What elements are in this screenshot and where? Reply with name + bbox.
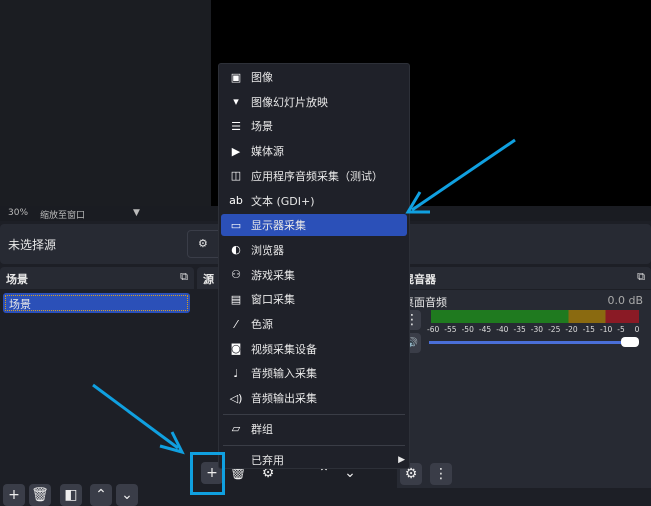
annotation-arrows xyxy=(92,138,516,455)
arrow-to-display-capture xyxy=(411,138,516,212)
arrow-to-add-button xyxy=(92,383,179,450)
arrowhead xyxy=(405,191,430,214)
